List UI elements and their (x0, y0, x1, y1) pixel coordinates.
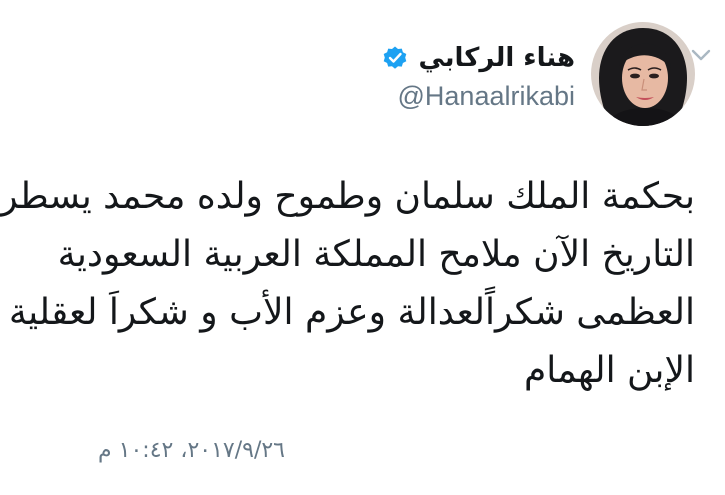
tweet-text-line: الإبن الهمام (523, 350, 695, 391)
tweet-timestamp[interactable]: ٢٠١٧/٩/٢٦، ١٠:٤٢ م (98, 438, 285, 463)
tweet-text-line: بحكمة الملك سلمان وطموح ولده محمد يسطر (0, 176, 695, 217)
user-info: هناء الركابي @Hanaalrikabi (155, 37, 575, 112)
name-row: هناء الركابي (382, 43, 575, 73)
tweet-text-line: التاريخ الآن ملامح المملكة العربية السعو… (57, 234, 695, 275)
tweet-card: هناء الركابي @Hanaalrikabi بحكمة الملك س… (0, 0, 725, 495)
verified-badge-icon (382, 45, 408, 71)
tweet-text-line: العظمى شكراًلعدالة وعزم الأب و شكراَ لعق… (8, 292, 695, 333)
tweet-header: هناء الركابي @Hanaalrikabi (155, 22, 695, 126)
user-handle[interactable]: @Hanaalrikabi (398, 81, 576, 112)
tweet-text: بحكمة الملك سلمان وطموح ولده محمد يسطر ا… (0, 168, 695, 400)
avatar[interactable] (591, 22, 695, 126)
display-name[interactable]: هناء الركابي (418, 43, 575, 73)
